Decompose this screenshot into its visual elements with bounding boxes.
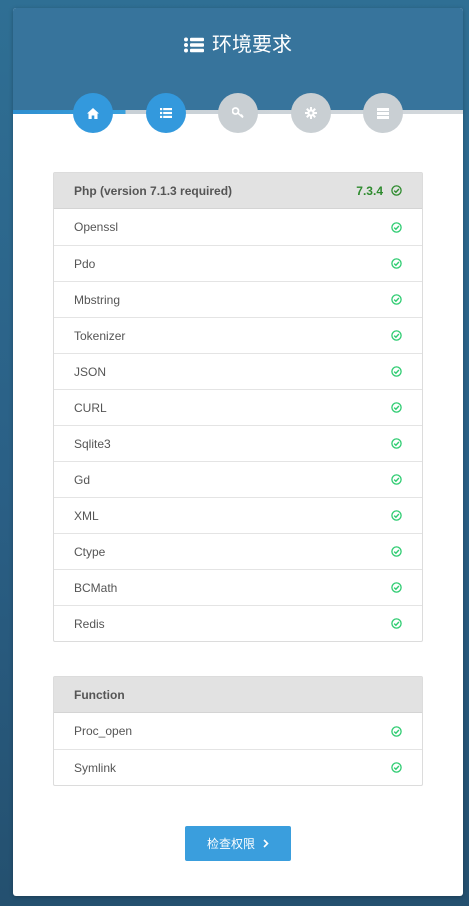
check-circle-icon bbox=[391, 294, 402, 305]
check-circle-icon bbox=[391, 725, 402, 737]
list-item: Redis bbox=[54, 605, 422, 641]
page-title-text: 环境要求 bbox=[212, 34, 292, 56]
list-item-label: CURL bbox=[74, 400, 107, 415]
list-item: CURL bbox=[54, 389, 422, 425]
step-requirements[interactable] bbox=[146, 93, 186, 133]
php-version-label: Php (version 7.1.3 required) bbox=[74, 183, 233, 198]
page-title: 环境要求 bbox=[13, 32, 463, 58]
list-item: JSON bbox=[54, 353, 422, 389]
check-permissions-label: 检查权限 bbox=[206, 837, 255, 851]
functions-list: Proc_open Symlink bbox=[54, 713, 422, 785]
list-item: Ctype bbox=[54, 533, 422, 569]
functions-header: Function bbox=[54, 677, 422, 713]
list-item-label: JSON bbox=[74, 364, 107, 379]
requirements-panel: Php (version 7.1.3 required) 7.3.4 Opens… bbox=[53, 172, 423, 642]
step-permissions[interactable] bbox=[218, 93, 258, 133]
step-settings[interactable] bbox=[291, 93, 331, 133]
check-circle-icon bbox=[391, 438, 402, 449]
step-finish[interactable] bbox=[363, 93, 403, 133]
php-version-value: 7.3.4 bbox=[356, 183, 383, 198]
php-version-status: 7.3.4 bbox=[356, 184, 402, 198]
check-circle-icon bbox=[391, 546, 402, 557]
functions-header-label: Function bbox=[74, 687, 125, 702]
list-icon bbox=[160, 108, 172, 118]
chevron-right-icon bbox=[263, 837, 269, 851]
list-item-label: XML bbox=[74, 508, 99, 523]
list-item: BCMath bbox=[54, 569, 422, 605]
check-circle-icon bbox=[391, 221, 402, 233]
list-item: XML bbox=[54, 497, 422, 533]
list-item: Pdo bbox=[54, 245, 422, 281]
list-item: Mbstring bbox=[54, 281, 422, 317]
check-circle-icon bbox=[391, 618, 402, 629]
check-circle-icon bbox=[391, 366, 402, 377]
check-circle-icon bbox=[391, 762, 402, 773]
server-icon bbox=[377, 107, 389, 119]
functions-panel: Function Proc_open Symlink bbox=[53, 676, 423, 786]
list-icon bbox=[184, 37, 204, 53]
list-item-label: Proc_open bbox=[74, 724, 133, 738]
list-item-label: Openssl bbox=[74, 220, 119, 234]
list-item-label: BCMath bbox=[74, 580, 118, 595]
check-circle-icon bbox=[391, 582, 402, 593]
list-item: Openssl bbox=[54, 209, 422, 245]
list-item-label: Sqlite3 bbox=[74, 436, 111, 451]
php-version-header: Php (version 7.1.3 required) 7.3.4 bbox=[54, 173, 422, 209]
list-item-label: Pdo bbox=[74, 256, 96, 271]
list-item: Tokenizer bbox=[54, 317, 422, 353]
requirements-list: Openssl Pdo Mbstring Tokenizer JSON CURL Sqlit… bbox=[54, 209, 422, 641]
list-item-label: Gd bbox=[74, 472, 91, 487]
step-home[interactable] bbox=[73, 93, 113, 133]
gear-icon bbox=[305, 107, 317, 119]
check-circle-icon bbox=[391, 510, 402, 521]
check-permissions-button[interactable]: 检查权限 bbox=[185, 826, 291, 861]
check-circle-icon bbox=[391, 185, 402, 196]
list-item-label: Mbstring bbox=[74, 292, 121, 307]
list-item-label: Tokenizer bbox=[74, 328, 126, 343]
list-item: Sqlite3 bbox=[54, 425, 422, 461]
list-item: Gd bbox=[54, 461, 422, 497]
list-item: Proc_open bbox=[54, 713, 422, 749]
check-circle-icon bbox=[391, 330, 402, 341]
list-item: Symlink bbox=[54, 749, 422, 785]
key-icon bbox=[232, 107, 244, 119]
installer-card: 环境要求 Php (version 7.1.3 required) 7.3.4 … bbox=[13, 8, 463, 896]
list-item-label: Ctype bbox=[74, 544, 106, 559]
step-indicator bbox=[13, 93, 463, 133]
home-icon bbox=[87, 107, 99, 119]
check-circle-icon bbox=[391, 402, 402, 413]
check-circle-icon bbox=[391, 474, 402, 485]
list-item-label: Symlink bbox=[74, 760, 117, 775]
list-item-label: Redis bbox=[74, 616, 105, 631]
check-circle-icon bbox=[391, 258, 402, 269]
